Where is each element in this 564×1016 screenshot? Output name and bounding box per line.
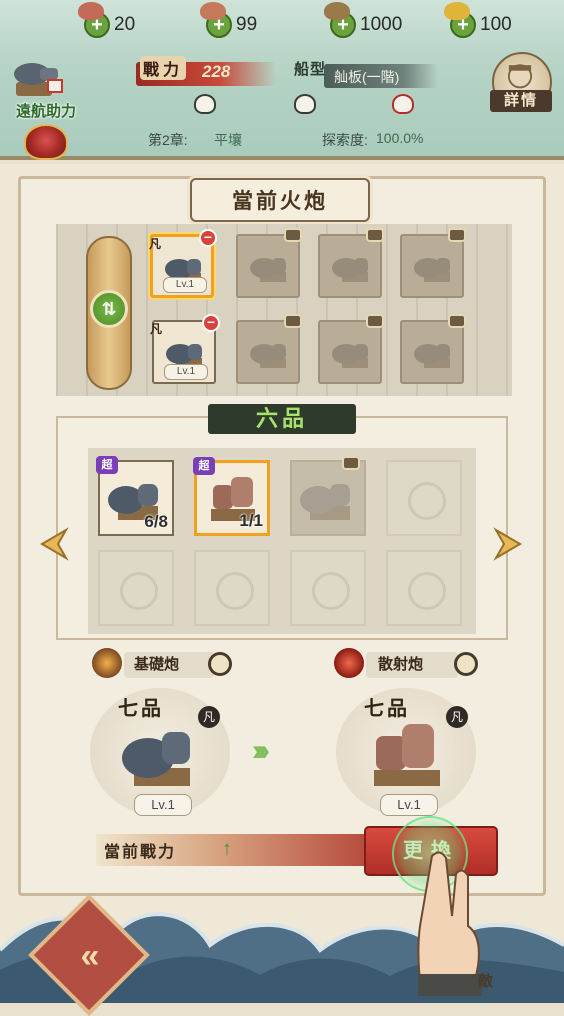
empty-slot xyxy=(386,460,462,536)
equipped-slot[interactable]: 凡 − Lv.1 xyxy=(149,229,217,298)
level-tag: Lv.1 xyxy=(164,364,208,380)
inventory-item[interactable]: 超 6/8 xyxy=(96,456,174,536)
cannon-silhouette-icon xyxy=(332,258,368,282)
empty-slot xyxy=(290,550,366,626)
cannon-silhouette-icon xyxy=(250,258,286,282)
next-page-arrow-icon[interactable] xyxy=(490,526,526,562)
power-label: 戰力 xyxy=(140,56,187,80)
cannon-silhouette-icon xyxy=(332,344,368,368)
locked-slot[interactable] xyxy=(236,228,302,298)
locked-slot[interactable] xyxy=(236,314,302,384)
wood-icon xyxy=(324,2,350,20)
remove-icon[interactable]: − xyxy=(202,314,220,332)
item-count: 1/1 xyxy=(239,511,263,530)
prev-page-arrow-icon[interactable] xyxy=(36,526,72,562)
empty-slot xyxy=(386,550,462,626)
cannon-icon xyxy=(14,63,63,96)
right-rarity: 凡 xyxy=(446,706,468,728)
lock-icon xyxy=(448,314,466,328)
gold-value: 100 xyxy=(480,14,512,35)
power-up-arrow-icon: ↑ xyxy=(222,838,232,860)
current-power-label: 當前戰力 xyxy=(104,844,177,861)
progress-skulls xyxy=(190,94,430,116)
level-tag: Lv.1 xyxy=(163,277,207,293)
rarity-tag: 凡 xyxy=(149,237,162,251)
scatter-cannon-type-icon xyxy=(334,648,364,678)
fish-icon xyxy=(200,2,226,20)
lock-icon xyxy=(284,314,302,328)
current-cannon-title: 當前火炮 xyxy=(190,178,370,222)
right-level: Lv.1 xyxy=(380,794,438,816)
ship-value: 舢板(一階) xyxy=(334,69,400,85)
inventory-item[interactable]: 超 1/1 xyxy=(193,457,270,536)
cannon-silhouette-icon xyxy=(250,344,286,368)
lock-icon xyxy=(448,228,466,242)
gold-icon xyxy=(444,2,470,20)
back-icon[interactable]: « xyxy=(68,934,112,978)
meat-value: 20 xyxy=(114,14,136,35)
assist-panel[interactable]: 遠航助力 xyxy=(0,52,92,160)
wood-value: 1000 xyxy=(360,14,403,35)
grade-title: 六品 xyxy=(208,404,356,434)
super-tag: 超 xyxy=(96,456,118,474)
skull-icon xyxy=(194,94,216,114)
locked-slot[interactable] xyxy=(400,228,466,298)
left-grade: 七品 xyxy=(118,698,164,720)
assist-label: 遠航助力 xyxy=(15,103,76,120)
right-type-label: 散射炮 xyxy=(366,652,458,678)
left-type-label: 基礎炮 xyxy=(124,652,214,678)
ship-box: 舢板(一階) xyxy=(324,64,438,88)
upgrade-arrows: ››› xyxy=(252,734,270,767)
cannon-silhouette-icon xyxy=(414,344,450,368)
empty-slot xyxy=(98,550,174,626)
remove-icon[interactable]: − xyxy=(199,229,217,247)
left-rarity: 凡 xyxy=(198,706,220,728)
resource-wood[interactable]: + 1000 xyxy=(324,2,403,40)
lock-icon xyxy=(284,228,302,242)
resource-row: + 20 + 99 + 1000 + 100 xyxy=(0,2,564,44)
dragon-mask-icon[interactable] xyxy=(24,124,68,160)
rarity-tag: 凡 xyxy=(150,322,163,336)
locked-slot[interactable] xyxy=(318,228,384,298)
fish-value: 99 xyxy=(236,14,258,35)
basic-cannon-type-icon xyxy=(92,648,122,678)
cannon-silhouette-icon xyxy=(300,484,350,520)
right-grade: 七品 xyxy=(364,698,410,720)
meat-icon xyxy=(78,2,104,20)
resource-meat[interactable]: + 20 xyxy=(78,2,136,40)
boss-skull-icon xyxy=(392,94,414,114)
chapter-place: 平壤 xyxy=(214,132,242,148)
search-icon[interactable] xyxy=(208,652,232,676)
corner-label: 敵 xyxy=(478,973,494,990)
details-label[interactable]: 詳情 xyxy=(490,90,552,112)
empty-slot xyxy=(194,550,270,626)
cannon-silhouette-icon xyxy=(414,258,450,282)
equipped-slot[interactable]: 凡 − Lv.1 xyxy=(150,314,220,384)
resource-fish[interactable]: + 99 xyxy=(200,2,258,40)
explore-label: 探索度: xyxy=(322,132,368,148)
locked-item-slot[interactable] xyxy=(290,456,366,536)
skull-icon xyxy=(294,94,316,114)
swap-rows-button[interactable]: ⇅ xyxy=(90,290,128,328)
power-value: 228 xyxy=(202,62,231,81)
search-icon[interactable] xyxy=(454,652,478,676)
resource-gold[interactable]: + 100 xyxy=(444,2,512,40)
locked-slot[interactable] xyxy=(318,314,384,384)
top-bar: + 20 + 99 + 1000 + 100 遠航助力 戰力 228 舢板(一階… xyxy=(0,0,564,160)
item-count: 6/8 xyxy=(144,512,168,531)
left-level: Lv.1 xyxy=(134,794,192,816)
lock-icon xyxy=(366,314,384,328)
explore-value: 100.0% xyxy=(376,130,424,146)
locked-slot[interactable] xyxy=(400,314,466,384)
stats-row: 戰力 228 舢板(一階) 船型 xyxy=(136,56,438,90)
chapter-label: 第2章: xyxy=(148,132,188,148)
lock-icon xyxy=(366,228,384,242)
chapter-row: 第2章: 平壤 探索度: 100.0% xyxy=(140,130,440,150)
ship-label: 船型 xyxy=(294,61,327,78)
super-tag: 超 xyxy=(193,457,215,475)
